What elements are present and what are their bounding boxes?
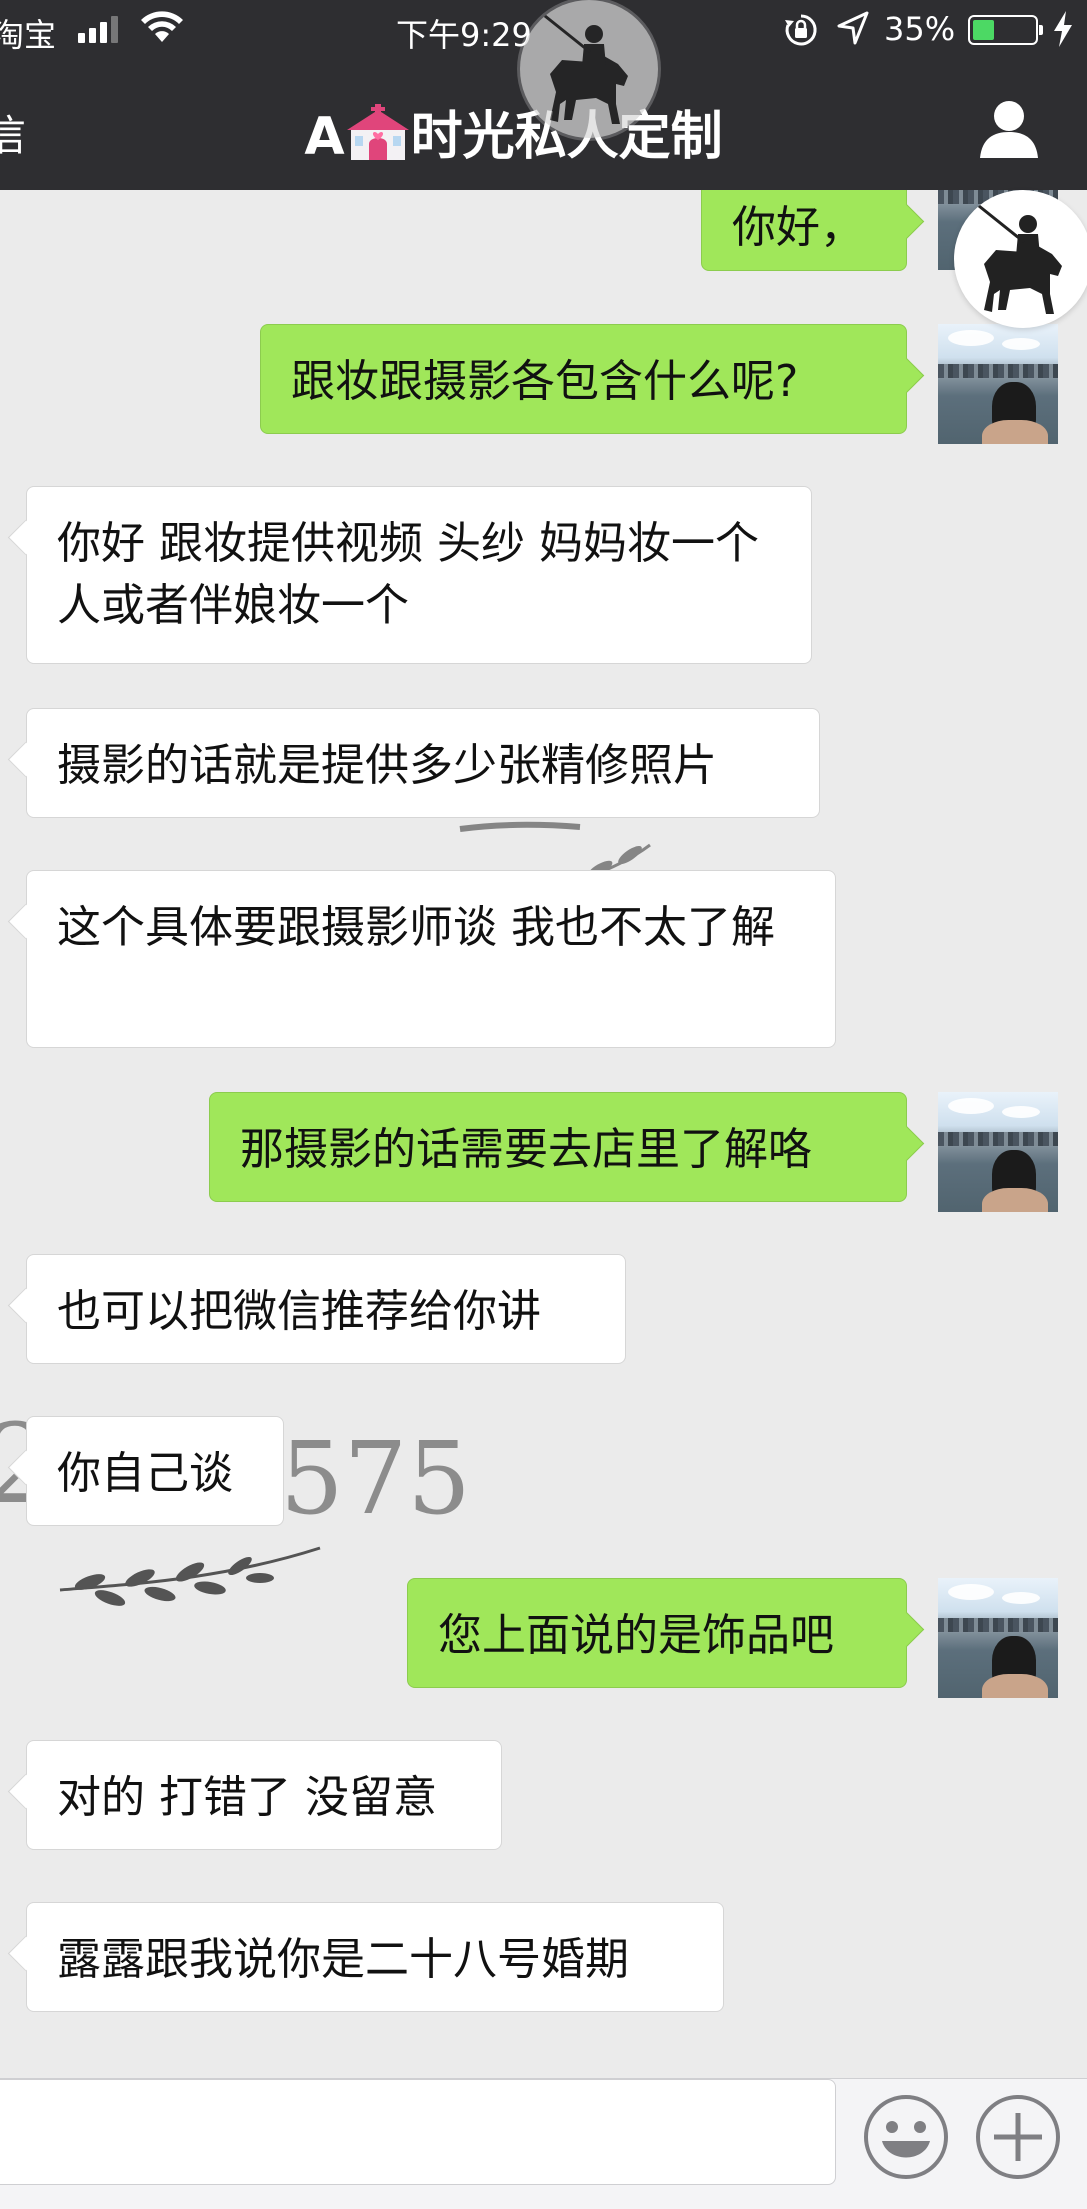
my-avatar[interactable] [938,1578,1058,1698]
received-message-bubble[interactable]: 这个具体要跟摄影师谈 我也不太了解 [26,870,836,1048]
location-arrow-icon [837,11,869,45]
input-bar [0,2078,1087,2209]
received-message-bubble[interactable]: 你自己谈 [26,1416,284,1526]
charging-bolt-icon [1054,11,1072,47]
plus-circle-icon[interactable] [974,2093,1062,2181]
received-message-bubble[interactable]: 摄影的话就是提供多少张精修照片 [26,708,820,818]
contact-knight-avatar[interactable] [520,0,658,138]
rotation-lock-icon [785,14,817,46]
sent-message-bubble[interactable]: 你好， [701,190,907,271]
my-avatar[interactable] [938,324,1058,444]
signal-bars-icon [78,16,118,43]
status-time: 下午9:29 [396,16,532,54]
title-prefix: A [304,107,345,167]
my-avatar[interactable] [938,1092,1058,1212]
sent-message-bubble[interactable]: 跟妆跟摄影各包含什么呢? [260,324,907,434]
battery-percent: 35% [884,10,956,48]
smiley-icon[interactable] [862,2093,950,2181]
sent-message-bubble[interactable]: 那摄影的话需要去店里了解咯 [209,1092,907,1202]
received-message-bubble[interactable]: 露露跟我说你是二十八号婚期 [26,1902,724,2012]
church-emoji-icon [346,104,409,160]
carrier-label: 淘宝 [0,16,57,54]
watermark-number: 575 [280,1420,471,1537]
received-message-bubble[interactable]: 对的 打错了 没留意 [26,1740,502,1850]
laurel-branch-icon [59,1546,321,1606]
received-message-bubble[interactable]: 你好 跟妆提供视频 头纱 妈妈妆一个人或者伴娘妆一个 [26,486,812,664]
person-icon[interactable] [976,96,1042,162]
message-input[interactable] [0,2079,836,2185]
battery-icon [968,15,1043,45]
received-message-bubble[interactable]: 也可以把微信推荐给你讲 [26,1254,626,1364]
floating-knight-avatar[interactable] [954,190,1087,328]
sent-message-bubble[interactable]: 您上面说的是饰品吧 [407,1578,907,1688]
wifi-icon [141,11,183,42]
chat-area[interactable]: 2 575 你好， 跟妆跟摄影各包含 [0,190,1087,2078]
